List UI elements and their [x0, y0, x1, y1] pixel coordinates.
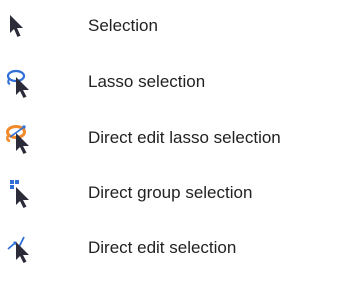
selection-arrow-icon — [4, 11, 36, 43]
lasso-selection-icon — [4, 67, 36, 99]
tool-direct-edit-lasso-selection[interactable]: Direct edit lasso selection — [0, 119, 364, 159]
direct-edit-lasso-selection-icon — [4, 123, 36, 155]
direct-edit-selection-icon — [4, 233, 36, 265]
tool-label: Lasso selection — [88, 72, 206, 91]
tool-label: Direct edit lasso selection — [88, 128, 281, 147]
tool-selection[interactable]: Selection — [0, 7, 364, 47]
tool-direct-group-selection[interactable]: Direct group selection — [0, 174, 364, 214]
direct-group-selection-icon — [4, 178, 36, 210]
tool-direct-edit-selection[interactable]: Direct edit selection — [0, 229, 364, 269]
tool-label: Selection — [88, 16, 158, 35]
tool-label: Direct group selection — [88, 183, 253, 202]
tool-lasso-selection[interactable]: Lasso selection — [0, 63, 364, 103]
tool-label: Direct edit selection — [88, 238, 237, 257]
selection-tool-list: Selection Lasso selection Direct edit la… — [0, 0, 364, 286]
